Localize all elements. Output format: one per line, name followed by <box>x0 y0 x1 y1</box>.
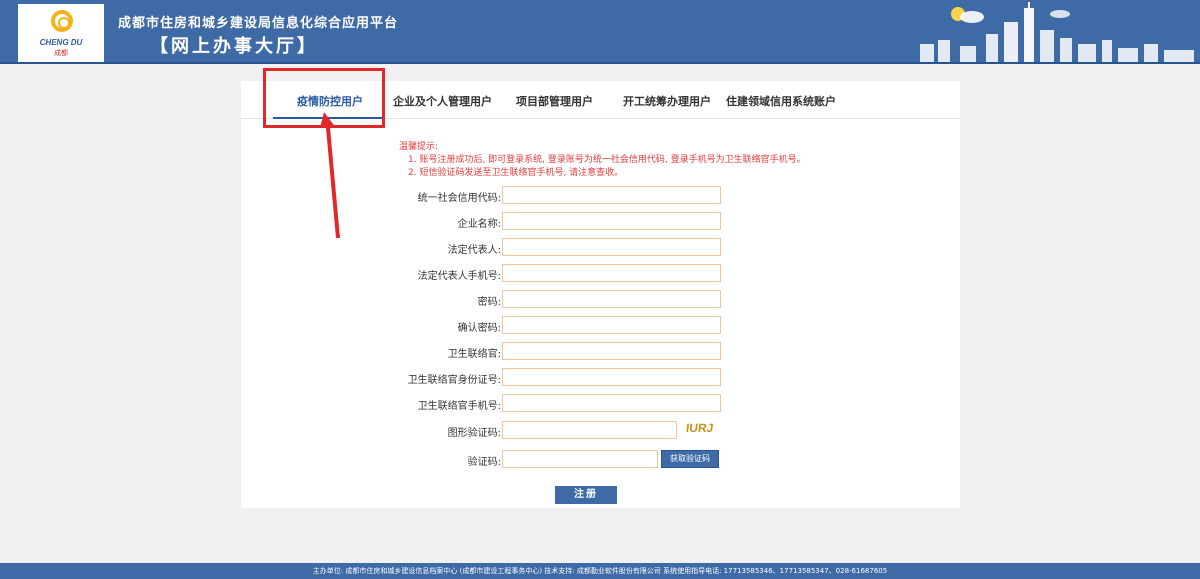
logo-text-en: CHENG DU <box>39 38 83 47</box>
legal-rep-input[interactable] <box>502 238 721 256</box>
legal-rep-phone-input[interactable] <box>502 264 721 282</box>
field-label: 确认密码: <box>457 323 501 334</box>
hint-box: 温馨提示: 1. 账号注册成功后, 即可登录系统, 登录账号为统一社会信用代码,… <box>399 141 806 180</box>
tab-project-user[interactable]: 项目部管理用户 <box>516 93 593 109</box>
tab-enterprise-user[interactable]: 企业及个人管理用户 <box>393 93 492 109</box>
register-button[interactable]: 注册 <box>555 486 617 504</box>
company-name-input[interactable] <box>502 212 721 230</box>
platform-subtitle: 【网上办事大厅】 <box>150 36 318 57</box>
health-liaison-input[interactable] <box>502 342 721 360</box>
hint-line: 1. 账号注册成功后, 即可登录系统, 登录账号为统一社会信用代码, 登录手机号… <box>408 155 806 165</box>
field-label: 法定代表人手机号: <box>417 271 501 282</box>
hint-title: 温馨提示: <box>399 142 439 152</box>
credit-code-input[interactable] <box>502 186 721 204</box>
tab-credit-user[interactable]: 住建领域信用系统账户 <box>726 93 836 109</box>
get-sms-code-button[interactable]: 获取验证码 <box>661 450 719 468</box>
captcha-input[interactable] <box>502 421 677 439</box>
annotation-arrow-icon <box>320 112 340 238</box>
liaison-phone-input[interactable] <box>502 394 721 412</box>
field-label: 卫生联络官身份证号: <box>407 375 501 386</box>
sun-ring-icon <box>51 10 73 32</box>
field-label: 卫生联络官: <box>447 349 501 360</box>
field-label: 企业名称: <box>457 219 501 230</box>
sms-code-input[interactable] <box>502 450 658 468</box>
captcha-image[interactable]: IURJ <box>685 421 714 435</box>
field-label: 验证码: <box>467 457 501 468</box>
chengdu-logo: CHENG DU 成都 <box>18 4 104 62</box>
footer-bar: 主办单位: 成都市住房和城乡建设信息档案中心 (成都市建设工程事务中心) 技术支… <box>0 563 1200 579</box>
confirm-password-input[interactable] <box>502 316 721 334</box>
logo-text-cn: 成都 <box>54 49 68 57</box>
city-skyline-icon <box>920 2 1194 62</box>
top-banner: CHENG DU 成都 成都市住房和城乡建设局信息化综合应用平台 【网上办事大厅… <box>0 0 1200 64</box>
field-label: 法定代表人: <box>447 245 501 256</box>
liaison-id-input[interactable] <box>502 368 721 386</box>
hint-line: 2. 短信验证码发送至卫生联络官手机号, 请注意查收。 <box>408 168 624 178</box>
field-label: 统一社会信用代码: <box>417 193 501 204</box>
field-label: 密码: <box>477 297 501 308</box>
field-label: 图形验证码: <box>447 428 501 439</box>
platform-title: 成都市住房和城乡建设局信息化综合应用平台 <box>118 16 399 31</box>
field-label: 卫生联络官手机号: <box>417 401 501 412</box>
password-input[interactable] <box>502 290 721 308</box>
tab-construction-user[interactable]: 开工统筹办理用户 <box>623 93 711 109</box>
